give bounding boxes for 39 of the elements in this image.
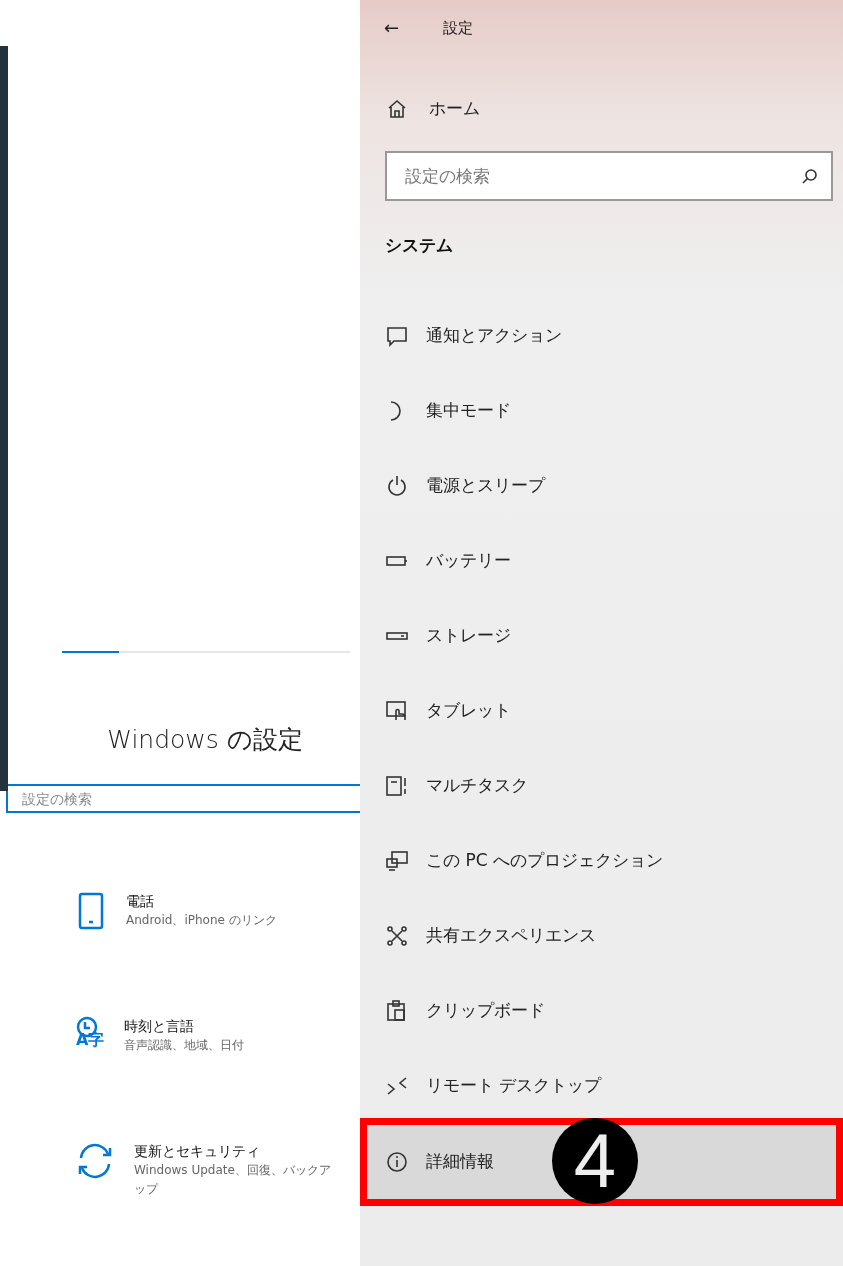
tablet-hand-icon — [385, 699, 409, 723]
menu-item[interactable]: 詳細情報 4 — [360, 1117, 843, 1206]
message-icon — [385, 324, 409, 348]
phone-icon — [76, 891, 106, 931]
search-field[interactable]: 設定の検索 — [385, 150, 833, 201]
page-title: Windows の設定 — [106, 724, 304, 756]
menu-item[interactable]: この PC へのプロジェクション — [360, 823, 843, 899]
multitask-icon — [385, 774, 409, 798]
menu-item[interactable]: 電源とスリープ — [360, 448, 843, 524]
share-nodes-icon — [385, 924, 409, 948]
info-icon — [385, 1149, 409, 1174]
menu-item[interactable]: 通知とアクション — [360, 298, 843, 374]
category-title: 電話 — [126, 892, 155, 911]
power-icon — [385, 474, 409, 498]
menu-item[interactable]: 集中モード — [360, 373, 843, 449]
menu-item[interactable]: クリップボード — [360, 973, 843, 1049]
menu-item[interactable]: ストレージ — [360, 598, 843, 674]
category-title: 時刻と言語 — [124, 1017, 196, 1036]
remote-arrows-icon — [385, 1074, 409, 1098]
category-link[interactable]: 更新とセキュリティ Windows Update、回復、バックアップ — [76, 1141, 360, 1266]
category-link[interactable]: 電話 Android、iPhone のリンク — [76, 891, 360, 1016]
step-number: 4 — [552, 1117, 638, 1204]
projector-icon — [385, 849, 409, 873]
back-button[interactable]: ← — [384, 19, 400, 37]
menu-item[interactable]: 共有エクスペリエンス — [360, 898, 843, 974]
sync-arrows-icon — [76, 1141, 114, 1181]
search-field[interactable]: 設定の検索 — [6, 784, 360, 813]
home-link[interactable]: ホーム — [385, 96, 843, 122]
category-description: Android、iPhone のリンク — [126, 912, 278, 929]
category-description: 音声認識、地域、日付 — [124, 1037, 246, 1054]
menu-item[interactable]: タブレット — [360, 673, 843, 749]
window-title: 設定 — [443, 17, 474, 39]
menu-item[interactable]: マルチタスク — [360, 748, 843, 824]
section-heading: システム — [385, 233, 454, 257]
search-icon — [801, 166, 819, 185]
menu-item[interactable]: バッテリー — [360, 523, 843, 599]
category-title: 更新とセキュリティ — [134, 1142, 261, 1161]
category-description: Windows Update、回復、バックアップ — [134, 1162, 332, 1198]
selected-tab-indicator — [62, 651, 119, 653]
